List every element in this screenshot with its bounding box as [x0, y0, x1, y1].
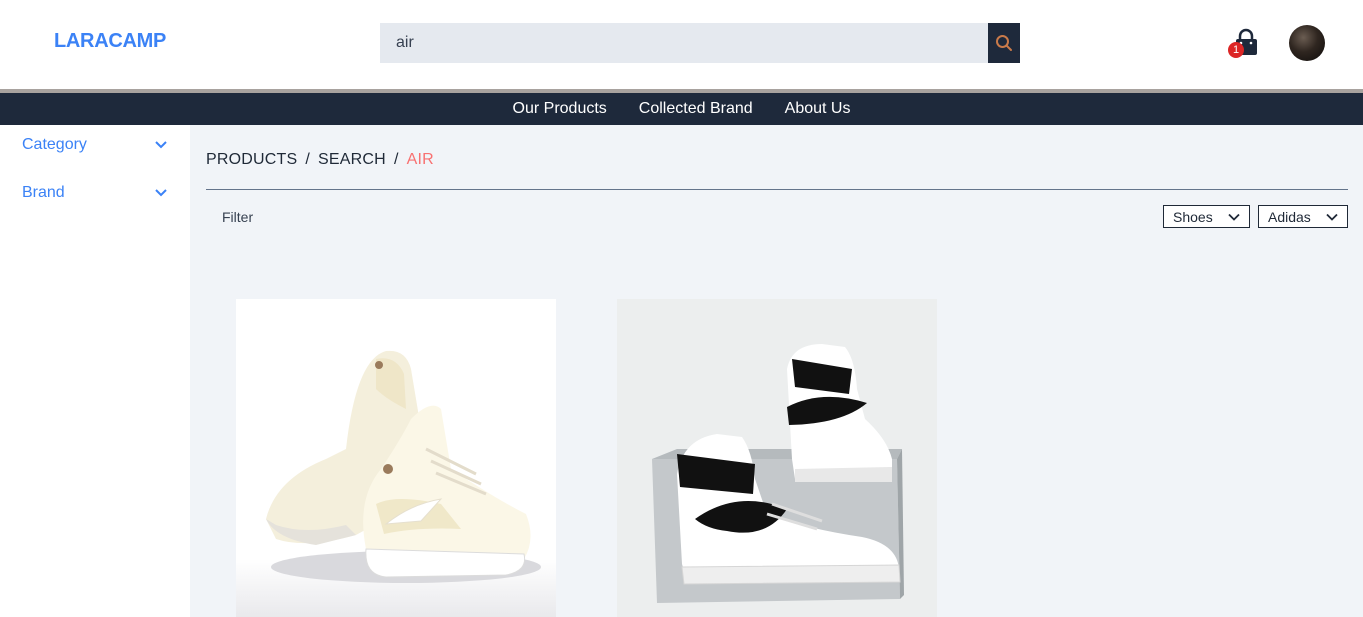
product-card[interactable] [236, 299, 556, 617]
search-input[interactable] [380, 23, 988, 63]
brand-select-value: Adidas [1268, 208, 1311, 225]
nav-our-products[interactable]: Our Products [513, 100, 607, 118]
breadcrumb-separator: / [393, 151, 399, 168]
chevron-down-icon [1326, 213, 1338, 221]
product-image [236, 299, 556, 617]
breadcrumb: PRODUCTS / SEARCH / AIR [206, 151, 434, 169]
filter-sidebar: Category Brand [0, 125, 190, 617]
chevron-down-icon [155, 141, 167, 149]
top-header: LARACAMP 1 [0, 0, 1363, 89]
category-select[interactable]: Shoes [1163, 205, 1250, 228]
breadcrumb-search[interactable]: SEARCH [318, 151, 386, 169]
chevron-down-icon [155, 189, 167, 197]
product-card[interactable] [617, 299, 937, 617]
cart-button[interactable]: 1 [1228, 28, 1260, 60]
breadcrumb-separator: / [305, 151, 311, 168]
sidebar-item-label: Category [22, 136, 87, 153]
chevron-down-icon [1228, 213, 1240, 221]
sidebar-item-label: Brand [22, 184, 65, 201]
search-icon [996, 35, 1012, 51]
breadcrumb-products[interactable]: PRODUCTS [206, 151, 297, 169]
main-content: PRODUCTS / SEARCH / AIR Filter Shoes Adi… [190, 125, 1363, 617]
search-bar [380, 23, 1020, 63]
breadcrumb-current: AIR [406, 151, 434, 168]
nav-collected-brand[interactable]: Collected Brand [639, 100, 753, 118]
site-logo[interactable]: LARACAMP [54, 30, 166, 53]
breadcrumb-divider [206, 189, 1348, 190]
product-image [617, 299, 937, 617]
sidebar-item-brand[interactable]: Brand [22, 181, 168, 205]
sidebar-item-category[interactable]: Category [22, 133, 168, 157]
nav-about-us[interactable]: About Us [785, 100, 851, 118]
filter-label: Filter [222, 209, 254, 225]
main-nav: Our Products Collected Brand About Us [0, 93, 1363, 125]
cart-count-badge: 1 [1228, 42, 1244, 58]
user-avatar[interactable] [1289, 25, 1325, 61]
search-button[interactable] [988, 23, 1020, 63]
brand-select[interactable]: Adidas [1258, 205, 1348, 228]
category-select-value: Shoes [1173, 208, 1213, 225]
